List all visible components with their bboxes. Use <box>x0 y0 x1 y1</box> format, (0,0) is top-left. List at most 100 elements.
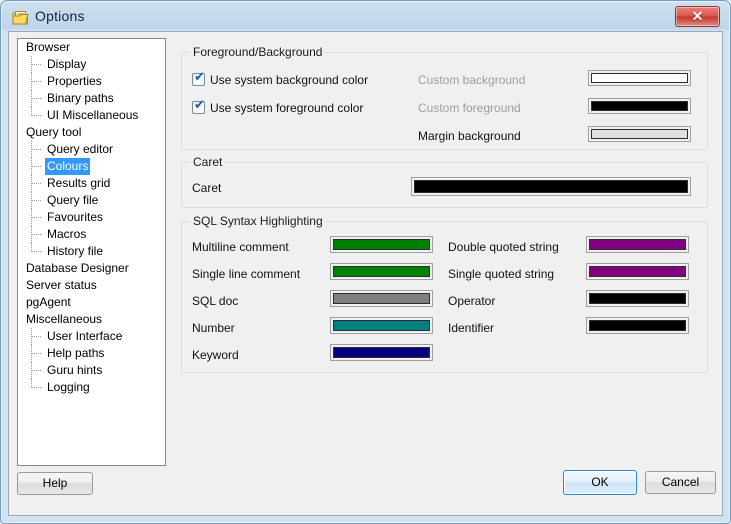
tree-item-label: Binary paths <box>47 91 114 105</box>
tree-item-label: Display <box>47 57 87 71</box>
tree-item-guru-hints[interactable]: Guru hints <box>18 362 165 379</box>
identifier-swatch[interactable] <box>586 317 689 334</box>
tree-item-label: Miscellaneous <box>26 312 103 326</box>
close-button[interactable]: ✕ <box>675 6 720 27</box>
tree-item-miscellaneous[interactable]: Miscellaneous <box>18 311 165 328</box>
tree-item-logging[interactable]: Logging <box>18 379 165 396</box>
tree-item-label: Database Designer <box>26 261 129 275</box>
custom-foreground-swatch[interactable] <box>588 98 691 114</box>
operator-label: Operator <box>448 294 496 308</box>
single-quoted-string-swatch-fill <box>589 266 686 277</box>
keyword-swatch-fill <box>333 347 430 358</box>
tree-item-ui-miscellaneous[interactable]: UI Miscellaneous <box>18 107 165 124</box>
single-line-comment-swatch-fill <box>333 266 430 277</box>
tree-item-browser[interactable]: Browser <box>18 39 165 56</box>
margin-background-swatch[interactable] <box>588 126 691 142</box>
check-icon: ✔ <box>194 70 205 85</box>
tree-item-binary-paths[interactable]: Binary paths <box>18 90 165 107</box>
sql-doc-swatch[interactable] <box>330 290 433 307</box>
tree-item-user-interface[interactable]: User Interface <box>18 328 165 345</box>
tree-item-label: UI Miscellaneous <box>47 108 139 122</box>
tree-item-label: Help paths <box>47 346 105 360</box>
identifier-swatch-fill <box>589 320 686 331</box>
tree-item-favourites[interactable]: Favourites <box>18 209 165 226</box>
tree-item-query-file[interactable]: Query file <box>18 192 165 209</box>
multiline-comment-swatch-fill <box>333 239 430 250</box>
multiline-comment-swatch[interactable] <box>330 236 433 253</box>
margin-background-label: Margin background <box>418 129 521 143</box>
multiline-comment-label: Multiline comment <box>192 240 289 254</box>
double-quoted-string-swatch-fill <box>589 239 686 250</box>
caret-label: Caret <box>192 181 222 195</box>
tree-item-label: Query editor <box>47 142 114 156</box>
tree-item-label: Server status <box>26 278 97 292</box>
tree-item-server-status[interactable]: Server status <box>18 277 165 294</box>
title-bar[interactable]: Options ✕ <box>1 1 730 31</box>
options-dialog-window: Options ✕ Browser Display Properties Binary… <box>0 0 731 524</box>
check-icon: ✔ <box>194 98 205 113</box>
cancel-button[interactable]: Cancel <box>645 471 716 494</box>
caret-color-swatch-fill <box>414 180 688 193</box>
tree-item-label: Logging <box>47 380 90 394</box>
double-quoted-string-label: Double quoted string <box>448 240 559 254</box>
custom-background-label: Custom background <box>418 73 526 87</box>
foreground-background-group-title: Foreground/Background <box>190 45 326 59</box>
custom-background-swatch[interactable] <box>588 70 691 86</box>
options-document-icon <box>12 11 29 25</box>
custom-foreground-label: Custom foreground <box>418 101 521 115</box>
ok-button[interactable]: OK <box>563 470 637 495</box>
double-quoted-string-swatch[interactable] <box>586 236 689 253</box>
tree-item-history-file[interactable]: History file <box>18 243 165 260</box>
tree-item-display[interactable]: Display <box>18 56 165 73</box>
custom-foreground-swatch-fill <box>591 101 688 111</box>
foreground-background-group: Foreground/Background ✔ Use system backg… <box>181 45 708 150</box>
use-system-foreground-color-checkbox[interactable]: ✔ <box>192 98 205 114</box>
tree-item-label: Macros <box>47 227 87 241</box>
tree-item-database-designer[interactable]: Database Designer <box>18 260 165 277</box>
settings-tree[interactable]: Browser Display Properties Binary paths UI M… <box>17 38 166 466</box>
number-label: Number <box>192 321 235 335</box>
caret-group-title: Caret <box>190 155 226 169</box>
tree-item-label: User Interface <box>47 329 123 343</box>
single-line-comment-swatch[interactable] <box>330 263 433 280</box>
use-system-foreground-color-label: Use system foreground color <box>210 101 364 115</box>
tree-item-query-tool[interactable]: Query tool <box>18 124 165 141</box>
help-button[interactable]: Help <box>17 472 93 495</box>
keyword-swatch[interactable] <box>330 344 433 361</box>
sql-syntax-highlighting-group: SQL Syntax Highlighting Multiline commen… <box>181 214 708 373</box>
single-quoted-string-swatch[interactable] <box>586 263 689 280</box>
tree-item-label: Query tool <box>26 125 82 139</box>
window-title: Options <box>35 8 85 24</box>
sql-doc-swatch-fill <box>333 293 430 304</box>
tree-item-label: Favourites <box>47 210 104 224</box>
tree-item-results-grid[interactable]: Results grid <box>18 175 165 192</box>
operator-swatch[interactable] <box>586 290 689 307</box>
custom-background-swatch-fill <box>591 73 688 83</box>
tree-item-label: History file <box>47 244 104 258</box>
tree-item-macros[interactable]: Macros <box>18 226 165 243</box>
tree-item-query-editor[interactable]: Query editor <box>18 141 165 158</box>
tree-item-label: Results grid <box>47 176 111 190</box>
tree-item-help-paths[interactable]: Help paths <box>18 345 165 362</box>
identifier-label: Identifier <box>448 321 495 335</box>
caret-color-swatch[interactable] <box>411 177 691 196</box>
number-swatch-fill <box>333 320 430 331</box>
margin-background-swatch-fill <box>591 129 688 139</box>
number-swatch[interactable] <box>330 317 433 334</box>
sql-doc-label: SQL doc <box>192 294 239 308</box>
tree-item-colours[interactable]: Colours <box>18 158 165 175</box>
caret-group: Caret Caret <box>181 155 708 208</box>
tree-item-label: Properties <box>47 74 102 88</box>
tree-item-label: Browser <box>26 40 71 54</box>
tree-item-label: Guru hints <box>47 363 103 377</box>
tree-item-pgagent[interactable]: pgAgent <box>18 294 165 311</box>
tree-item-properties[interactable]: Properties <box>18 73 165 90</box>
close-icon: ✕ <box>691 10 704 25</box>
operator-swatch-fill <box>589 293 686 304</box>
sql-syntax-highlighting-group-title: SQL Syntax Highlighting <box>190 214 326 228</box>
single-line-comment-label: Single line comment <box>192 267 301 281</box>
tree-item-label: Colours <box>45 158 91 175</box>
tree-item-label: Query file <box>47 193 99 207</box>
use-system-background-color-checkbox[interactable]: ✔ <box>192 70 205 86</box>
single-quoted-string-label: Single quoted string <box>448 267 555 281</box>
